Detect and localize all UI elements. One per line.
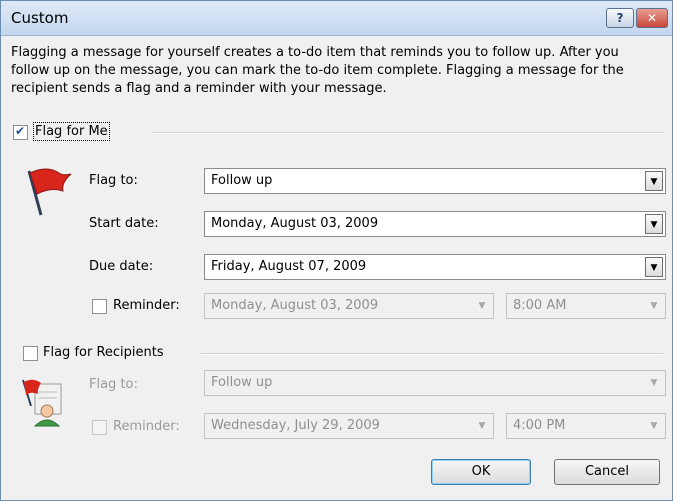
flag-for-recipients-checkbox[interactable] bbox=[23, 346, 38, 361]
start-date-combo[interactable]: Monday, August 03, 2009 ▼ bbox=[204, 211, 666, 237]
chevron-down-icon[interactable]: ▼ bbox=[645, 296, 663, 316]
flag-to-label: Flag to: bbox=[89, 173, 138, 188]
reminder-time-combo[interactable]: 8:00 AM ▼ bbox=[506, 293, 666, 319]
flag-for-recipients-label[interactable]: Flag for Recipients bbox=[43, 345, 164, 360]
flag-for-me-label[interactable]: Flag for Me bbox=[33, 122, 110, 141]
chevron-down-icon[interactable]: ▼ bbox=[645, 214, 663, 234]
chevron-down-icon[interactable]: ▼ bbox=[645, 171, 663, 191]
start-date-label: Start date: bbox=[89, 216, 159, 231]
due-date-combo[interactable]: Friday, August 07, 2009 ▼ bbox=[204, 254, 666, 280]
cancel-button[interactable]: Cancel bbox=[554, 459, 660, 485]
red-flag-icon bbox=[27, 168, 72, 216]
due-date-value: Friday, August 07, 2009 bbox=[211, 259, 367, 274]
recipient-reminder-label: Reminder: bbox=[113, 419, 180, 434]
ok-button[interactable]: OK bbox=[431, 459, 531, 485]
reminder-label: Reminder: bbox=[113, 298, 180, 313]
recipient-flag-to-value: Follow up bbox=[211, 375, 273, 390]
chevron-down-icon[interactable]: ▼ bbox=[473, 416, 491, 436]
flag-for-recipients-separator bbox=[201, 353, 663, 355]
flag-to-value: Follow up bbox=[211, 173, 273, 188]
recipient-reminder-date-combo[interactable]: Wednesday, July 29, 2009 ▼ bbox=[204, 413, 494, 439]
dialog-title: Custom bbox=[11, 9, 69, 27]
title-bar: Custom ? ✕ bbox=[1, 1, 672, 36]
recipient-flag-to-label: Flag to: bbox=[89, 377, 138, 392]
chevron-down-icon[interactable]: ▼ bbox=[473, 296, 491, 316]
reminder-date-value: Monday, August 03, 2009 bbox=[211, 298, 379, 313]
recipient-reminder-time-value: 4:00 PM bbox=[513, 418, 566, 433]
recipient-flag-to-combo[interactable]: Follow up ▼ bbox=[204, 370, 666, 396]
reminder-date-combo[interactable]: Monday, August 03, 2009 ▼ bbox=[204, 293, 494, 319]
due-date-label: Due date: bbox=[89, 259, 154, 274]
flag-for-me-separator bbox=[151, 132, 663, 134]
close-button[interactable]: ✕ bbox=[636, 8, 668, 28]
chevron-down-icon[interactable]: ▼ bbox=[645, 257, 663, 277]
recipient-reminder-checkbox[interactable] bbox=[92, 420, 107, 435]
description-text: Flagging a message for yourself creates … bbox=[11, 45, 624, 96]
custom-dialog: Custom ? ✕ Flagging a message for yourse… bbox=[0, 0, 673, 501]
reminder-time-value: 8:00 AM bbox=[513, 298, 567, 313]
chevron-down-icon[interactable]: ▼ bbox=[645, 373, 663, 393]
recipient-reminder-date-value: Wednesday, July 29, 2009 bbox=[211, 418, 380, 433]
recipient-flag-icon bbox=[22, 379, 62, 427]
reminder-checkbox[interactable] bbox=[92, 299, 107, 314]
chevron-down-icon[interactable]: ▼ bbox=[645, 416, 663, 436]
recipient-reminder-time-combo[interactable]: 4:00 PM ▼ bbox=[506, 413, 666, 439]
help-button[interactable]: ? bbox=[606, 8, 634, 28]
flag-to-combo[interactable]: Follow up ▼ bbox=[204, 168, 666, 194]
start-date-value: Monday, August 03, 2009 bbox=[211, 216, 379, 231]
flag-for-me-checkbox[interactable] bbox=[13, 124, 28, 140]
